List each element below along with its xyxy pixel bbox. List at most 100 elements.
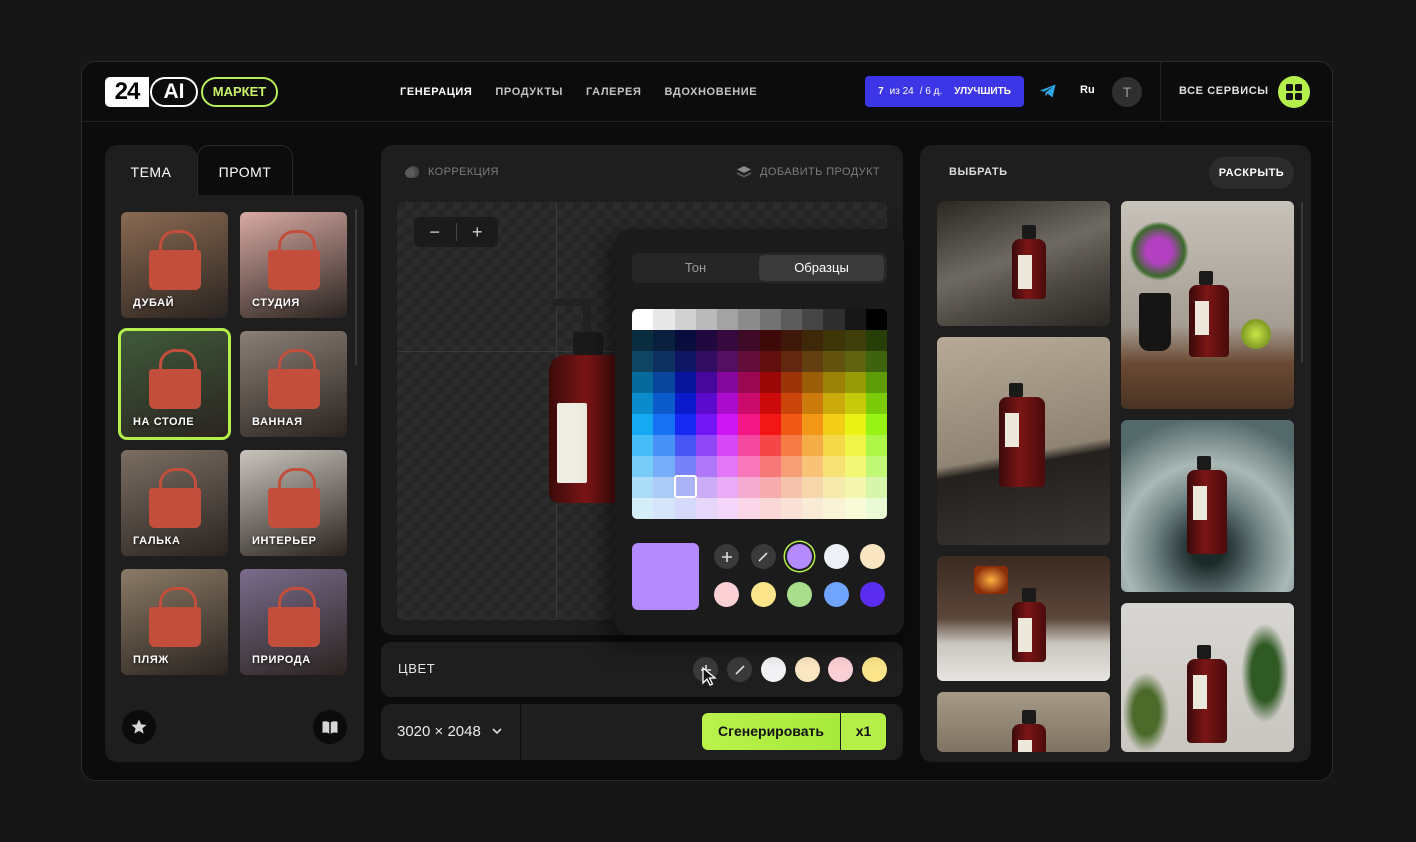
palette-cell[interactable] [865,456,887,478]
color-swatch[interactable] [860,582,885,607]
palette-cell[interactable] [780,372,803,394]
palette-cell[interactable] [823,330,845,352]
palette-cell[interactable] [780,393,803,415]
palette-cell[interactable] [695,351,718,373]
color-swatch[interactable] [787,582,812,607]
palette-cell[interactable] [738,393,760,415]
palette-cell[interactable] [695,498,718,519]
theme-tile[interactable]: НА СТОЛЕ [118,328,231,440]
palette-cell[interactable] [844,330,867,352]
palette-cell[interactable] [738,498,760,519]
palette-cell[interactable] [653,393,675,415]
palette-cell[interactable] [844,351,867,373]
palette-cell[interactable] [802,498,824,519]
palette-cell[interactable] [717,435,739,457]
palette-cell[interactable] [674,393,697,415]
palette-cell[interactable] [823,309,845,331]
correction-control[interactable]: КОРРЕКЦИЯ [404,165,499,179]
palette-cell[interactable] [865,309,887,331]
palette-cell[interactable] [823,372,845,394]
palette-cell[interactable] [823,393,845,415]
gallery-image[interactable] [937,556,1110,681]
palette-cell[interactable] [823,456,845,478]
palette-cell[interactable] [717,309,739,331]
palette-cell[interactable] [844,477,867,499]
palette-cell[interactable] [844,393,867,415]
palette-cell[interactable] [844,498,867,519]
palette-cell[interactable] [865,330,887,352]
color-swatch[interactable] [787,544,812,569]
add-swatch-button[interactable] [714,544,739,569]
palette-cell[interactable] [674,414,697,436]
palette-cell[interactable] [780,477,803,499]
logo-24[interactable]: 24 [105,77,149,107]
palette-cell[interactable] [674,351,697,373]
palette-cell[interactable] [653,330,675,352]
palette-cell[interactable] [632,477,654,499]
zoom-in-button[interactable]: + [457,222,499,243]
market-badge[interactable]: МАРКЕТ [201,77,278,107]
palette-cell[interactable] [695,309,718,331]
palette-cell[interactable] [759,372,782,394]
tab-theme[interactable]: ТЕМА [105,145,197,197]
palette-cell[interactable] [653,498,675,519]
palette-cell[interactable] [674,498,697,519]
palette-cell[interactable] [632,393,654,415]
no-color-swatch[interactable] [750,544,776,569]
palette-cell[interactable] [738,309,760,331]
palette-cell[interactable] [717,456,739,478]
palette-cell[interactable] [865,393,887,415]
palette-cell[interactable] [780,351,803,373]
palette-cell[interactable] [802,435,824,457]
palette-cell[interactable] [632,372,654,394]
palette-cell[interactable] [717,351,739,373]
theme-tile[interactable]: СТУДИЯ [240,212,347,318]
palette-cell[interactable] [780,414,803,436]
palette-cell[interactable] [802,393,824,415]
palette-cell[interactable] [780,330,803,352]
palette-cell[interactable] [738,414,760,436]
telegram-icon[interactable] [1039,83,1057,99]
theme-scrollbar[interactable] [355,209,357,365]
palette-cell[interactable] [802,351,824,373]
palette-cell[interactable] [695,330,718,352]
color-swatch[interactable] [761,657,786,682]
nav-inspiration[interactable]: ВДОХНОВЕНИЕ [665,86,758,98]
palette-cell[interactable] [823,351,845,373]
expand-button[interactable]: РАСКРЫТЬ [1209,157,1294,189]
logo-ai[interactable]: AI [150,77,198,107]
palette-cell[interactable] [802,372,824,394]
palette-cell[interactable] [865,477,887,499]
palette-cell[interactable] [823,414,845,436]
language-switch[interactable]: Ru [1080,84,1095,96]
palette-cell[interactable] [632,414,654,436]
multiplier-button[interactable]: x1 [841,713,886,750]
palette-cell[interactable] [865,498,887,519]
palette-cell[interactable] [632,351,654,373]
nav-gallery[interactable]: ГАЛЕРЕЯ [586,86,641,98]
quota-upgrade-button[interactable]: 7 из 24 / 6 д. УЛУЧШИТЬ [865,76,1024,107]
palette-cell[interactable] [653,456,675,478]
palette-cell[interactable] [674,435,697,457]
palette-cell[interactable] [802,330,824,352]
palette-cell[interactable] [717,372,739,394]
palette-cell[interactable] [780,498,803,519]
palette-cell[interactable] [844,456,867,478]
palette-cell[interactable] [865,351,887,373]
palette-cell[interactable] [738,372,760,394]
palette-cell[interactable] [632,309,654,331]
add-product-button[interactable]: ДОБАВИТЬ ПРОДУКТ [736,165,880,179]
palette-cell[interactable] [695,372,718,394]
library-button[interactable] [313,710,347,744]
palette-cell[interactable] [759,393,782,415]
palette-cell[interactable] [695,414,718,436]
zoom-out-button[interactable]: − [414,222,456,243]
theme-tile[interactable]: ПЛЯЖ [121,569,228,675]
tab-prompt[interactable]: ПРОМТ [197,145,293,195]
palette-cell[interactable] [823,477,845,499]
tab-tone[interactable]: Тон [632,253,759,283]
avatar[interactable]: T [1112,77,1142,107]
color-swatch[interactable] [861,657,887,682]
palette-cell[interactable] [738,330,760,352]
palette-cell[interactable] [674,309,697,331]
